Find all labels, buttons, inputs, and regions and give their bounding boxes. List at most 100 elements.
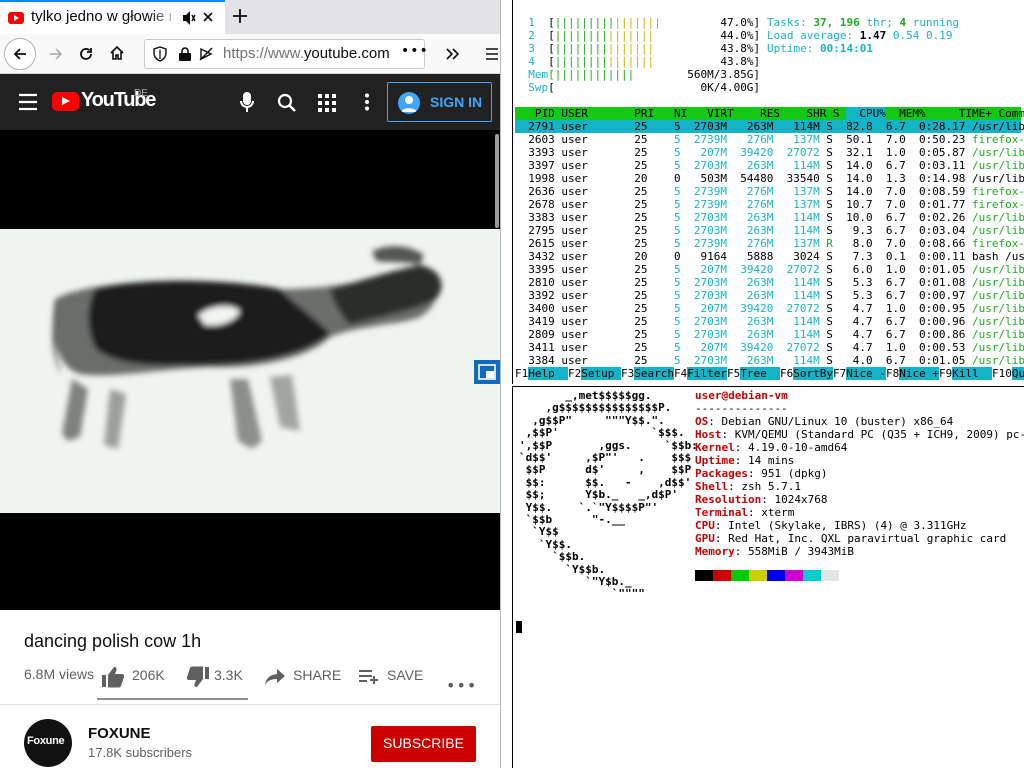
- fkey-label[interactable]: Setup: [581, 367, 621, 380]
- process-row[interactable]: 3419 user 25 5 2703M 263M 114M S 4.7 6.7…: [515, 315, 1024, 328]
- fkey-f2[interactable]: F2: [568, 367, 581, 380]
- logo-line: _,met$$$$$gg.: [519, 389, 652, 402]
- process-row[interactable]: 2809 user 25 5 2703M 263M 114M S 4.7 6.7…: [515, 328, 1024, 341]
- page-actions-icon[interactable]: •••: [401, 43, 429, 59]
- column-header-res[interactable]: RES: [734, 107, 780, 120]
- cow-video-image: [52, 246, 442, 449]
- page-scrollbar-thumb[interactable]: [495, 134, 499, 228]
- fkey-f8[interactable]: F8: [886, 367, 899, 380]
- column-header-command[interactable]: Command: [992, 107, 1024, 120]
- column-header-mem[interactable]: MEM%: [886, 107, 926, 120]
- fkey-label[interactable]: SortBy: [793, 367, 833, 380]
- process-row[interactable]: 3400 user 25 5 207M 39420 27072 S 4.7 1.…: [515, 302, 1024, 315]
- channel-avatar[interactable]: Foxune: [24, 719, 72, 767]
- tracking-shield-icon[interactable]: [152, 46, 168, 62]
- url-text[interactable]: https://www.youtube.com: [223, 45, 399, 62]
- column-header-cpu[interactable]: CPU%: [846, 107, 886, 120]
- share-button[interactable]: SHARE: [264, 664, 346, 690]
- process-row[interactable]: 3383 user 25 5 2703M 263M 114M S 10.0 6.…: [515, 211, 1024, 224]
- column-header-shr[interactable]: SHR: [780, 107, 826, 120]
- autoplay-blocked-icon[interactable]: [198, 46, 214, 62]
- hamburger-menu-icon[interactable]: [484, 46, 500, 62]
- speaker-muted-icon[interactable]: [182, 10, 196, 26]
- overflow-chevron-icon[interactable]: [444, 46, 460, 62]
- new-tab-icon[interactable]: [231, 7, 249, 25]
- fkey-label[interactable]: Search: [634, 367, 674, 380]
- process-row[interactable]: 3384 user 25 5 2703M 263M 114M S 4.0 6.7…: [515, 354, 1024, 367]
- process-row[interactable]: 2791 user 25 5 2703M 263M 114M S 82.8 6.…: [515, 120, 1024, 133]
- column-header-pri[interactable]: PRI: [595, 107, 654, 120]
- fkey-f1[interactable]: F1: [515, 367, 528, 380]
- sign-in-button[interactable]: SIGN IN: [387, 82, 492, 122]
- fkey-label[interactable]: Help: [528, 367, 568, 380]
- process-row[interactable]: 2615 user 25 5 2739M 276M 137M R 8.0 7.0…: [515, 237, 1024, 250]
- fkey-f10[interactable]: F10: [992, 367, 1012, 380]
- picture-in-picture-button[interactable]: [474, 360, 500, 384]
- forward-button[interactable]: [40, 38, 72, 70]
- like-button[interactable]: 206K: [100, 664, 166, 690]
- back-button[interactable]: [4, 38, 36, 70]
- home-icon: [110, 45, 124, 60]
- microphone-icon[interactable]: [240, 91, 254, 113]
- search-icon[interactable]: [277, 93, 297, 113]
- dislike-button[interactable]: 3.3K: [186, 664, 246, 690]
- tab-youtube[interactable]: tylko jedno w głowie mam: [0, 0, 225, 34]
- column-header-pid[interactable]: PID: [515, 107, 555, 120]
- fkey-f7[interactable]: F7: [833, 367, 846, 380]
- youtube-logo-icon[interactable]: [52, 92, 79, 111]
- more-vertical-icon[interactable]: [364, 93, 370, 111]
- lock-icon[interactable]: [178, 46, 192, 62]
- fkey-label[interactable]: Tree: [740, 367, 780, 380]
- info-host: Host: KVM/QEMU (Standard PC (Q35 + ICH9,…: [695, 428, 1024, 441]
- process-row[interactable]: 2636 user 25 5 2739M 276M 137M S 14.0 7.…: [515, 185, 1024, 198]
- fkey-f9[interactable]: F9: [939, 367, 952, 380]
- htop-terminal[interactable]: 1 [|||||||||||||||| 47.0%] 2 [||||||||||…: [512, 0, 1024, 384]
- sign-in-label: SIGN IN: [430, 94, 483, 110]
- fkey-f6[interactable]: F6: [780, 367, 793, 380]
- process-row[interactable]: 3397 user 25 5 2703M 263M 114M S 14.0 6.…: [515, 159, 1024, 172]
- subscribe-button[interactable]: SUBSCRIBE: [371, 726, 476, 762]
- logo-line: ,g$$$$$$$$$$$$$$$P.: [519, 401, 672, 415]
- fkey-label[interactable]: Nice -: [846, 367, 886, 380]
- home-button[interactable]: [101, 38, 133, 70]
- apps-grid-icon[interactable]: [318, 94, 336, 112]
- process-row[interactable]: 3392 user 25 5 2703M 263M 114M S 5.3 6.7…: [515, 289, 1024, 302]
- process-row[interactable]: 3432 user 20 0 9164 5888 3024 S 7.3 0.1 …: [515, 250, 1024, 263]
- column-header-s[interactable]: S: [826, 107, 846, 120]
- column-header-time[interactable]: TIME+: [926, 107, 992, 120]
- reload-button[interactable]: [70, 38, 102, 70]
- process-row[interactable]: 2810 user 25 5 2703M 263M 114M S 5.3 6.7…: [515, 276, 1024, 289]
- process-row[interactable]: 2795 user 25 5 2703M 263M 114M S 9.3 6.7…: [515, 224, 1024, 237]
- guide-menu-icon[interactable]: [18, 93, 38, 111]
- fkey-f5[interactable]: F5: [727, 367, 740, 380]
- process-row[interactable]: 1998 user 20 0 503M 54480 33540 S 14.0 1…: [515, 172, 1024, 185]
- process-row[interactable]: 3395 user 25 5 207M 39420 27072 S 6.0 1.…: [515, 263, 1024, 276]
- column-header-user[interactable]: USER: [555, 107, 595, 120]
- fkey-label[interactable]: Quit: [1011, 367, 1024, 380]
- cpu-bar: |||||||||||||||: [554, 55, 655, 68]
- fkey-label[interactable]: Kill: [952, 367, 992, 380]
- process-table-header[interactable]: PID USER PRI NI VIRT RES SHR S CPU% MEM%…: [515, 107, 1024, 120]
- more-actions-icon[interactable]: •••: [446, 676, 477, 695]
- process-row[interactable]: 2603 user 25 5 2739M 276M 137M S 50.1 7.…: [515, 133, 1024, 146]
- close-tab-icon[interactable]: [200, 9, 216, 25]
- channel-name[interactable]: FOXUNE: [88, 725, 151, 742]
- info-terminal: Terminal: xterm: [695, 506, 794, 519]
- color-swatch: [731, 570, 749, 581]
- column-header-virt[interactable]: VIRT: [687, 107, 734, 120]
- save-button[interactable]: SAVE: [358, 664, 428, 690]
- neofetch-terminal[interactable]: _,met$$$$$gg. ,g$$$$$$$$$$$$$$$P. ,g$$P"…: [512, 386, 1024, 768]
- video-player[interactable]: [0, 130, 500, 610]
- country-code: DE: [134, 88, 148, 99]
- process-row[interactable]: 3411 user 25 5 207M 39420 27072 S 4.7 1.…: [515, 341, 1024, 354]
- url-bar[interactable]: https://www.youtube.com •••: [144, 39, 428, 69]
- process-row[interactable]: 3393 user 25 5 207M 39420 27072 S 32.1 1…: [515, 146, 1024, 159]
- fkey-f4[interactable]: F4: [674, 367, 687, 380]
- column-header-ni[interactable]: NI: [654, 107, 687, 120]
- divider: [0, 704, 500, 705]
- process-row[interactable]: 2678 user 25 5 2739M 276M 137M S 10.7 7.…: [515, 198, 1024, 211]
- fkey-label[interactable]: Filter: [687, 367, 727, 380]
- playlist-add-icon: [359, 670, 378, 684]
- fkey-label[interactable]: Nice +: [899, 367, 939, 380]
- fkey-f3[interactable]: F3: [621, 367, 634, 380]
